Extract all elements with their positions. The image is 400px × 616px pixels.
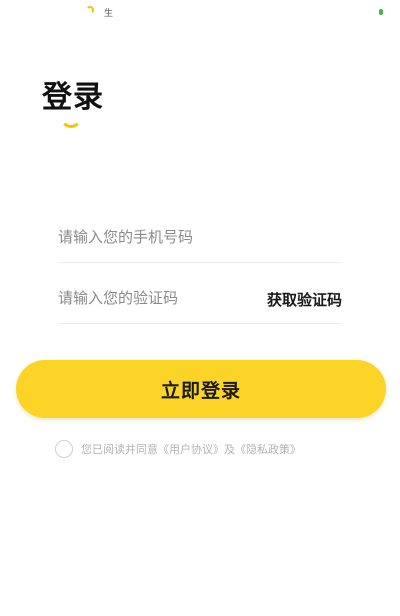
verification-code-input[interactable] [58, 285, 258, 311]
code-field: 获取验证码 [58, 273, 342, 324]
get-code-button[interactable]: 获取验证码 [267, 289, 342, 310]
user-agreement-link[interactable]: 《用户协议》 [158, 443, 224, 456]
login-button[interactable]: 立即登录 [16, 360, 386, 418]
privacy-policy-link[interactable]: 《隐私政策》 [235, 443, 301, 456]
agree-checkbox[interactable] [55, 440, 73, 458]
agreement-conjunction: 及 [224, 443, 235, 456]
loading-indicator-icon [86, 6, 94, 14]
battery-icon [379, 9, 383, 15]
phone-field [58, 212, 342, 263]
agreement-text: 您已阅读并同意《用户协议》及《隐私政策》 [81, 441, 301, 457]
agreement-row: 您已阅读并同意《用户协议》及《隐私政策》 [55, 438, 301, 460]
smile-decoration-icon [60, 118, 82, 130]
page-title: 登录 [42, 80, 104, 115]
agreement-prefix: 您已阅读并同意 [81, 443, 158, 456]
status-text: 生 [104, 9, 114, 19]
phone-input[interactable] [58, 224, 258, 250]
status-bar: 生 [0, 0, 400, 24]
